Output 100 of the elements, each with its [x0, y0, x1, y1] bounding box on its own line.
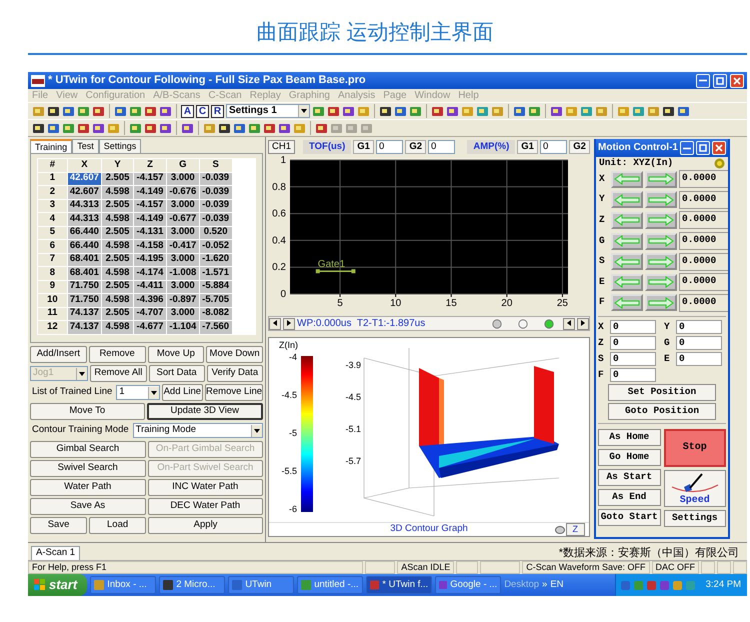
- push-button[interactable]: Move Down: [206, 346, 263, 363]
- position-input[interactable]: 0: [610, 352, 656, 366]
- toolbar-icon[interactable]: [62, 104, 75, 118]
- toolbar-icon[interactable]: [47, 122, 60, 134]
- position-input[interactable]: 0: [610, 320, 656, 334]
- table-cell[interactable]: 3.000: [166, 172, 199, 185]
- jog-left-button[interactable]: [611, 212, 643, 229]
- table-cell[interactable]: -0.039: [200, 213, 232, 226]
- table-cell[interactable]: -1.008: [166, 267, 199, 280]
- jog-right-button[interactable]: [645, 170, 677, 188]
- gate-value-field[interactable]: 0: [540, 140, 568, 154]
- position-input[interactable]: 0: [676, 352, 722, 366]
- table-cell[interactable]: 2.505: [102, 308, 134, 320]
- jog-right-button[interactable]: [645, 294, 677, 312]
- table-cell[interactable]: -4.157: [134, 200, 166, 212]
- jog-left-button[interactable]: [611, 294, 643, 312]
- taskbar-button[interactable]: UTwin: [228, 576, 294, 594]
- dropdown-button[interactable]: [298, 105, 309, 117]
- push-button[interactable]: Sort Data: [148, 365, 205, 382]
- toolbar-icon[interactable]: [114, 104, 127, 118]
- toolbar-icon[interactable]: [278, 122, 291, 134]
- table-cell[interactable]: -1.620: [200, 254, 232, 266]
- table-cell[interactable]: 68.401: [68, 267, 101, 280]
- toolbar-icon[interactable]: [32, 122, 45, 134]
- scroll-right-button[interactable]: [577, 318, 589, 330]
- table-cell[interactable]: -4.131: [134, 226, 166, 239]
- dropdown-button[interactable]: [251, 424, 262, 436]
- speed-button[interactable]: Speed: [664, 470, 726, 508]
- position-input[interactable]: 0: [676, 320, 722, 334]
- toolbar-icon[interactable]: [233, 122, 246, 134]
- toolbar-icon[interactable]: [159, 104, 172, 118]
- gate-marker[interactable]: [316, 269, 356, 274]
- close-button[interactable]: [712, 141, 726, 155]
- push-button[interactable]: Goto Position: [608, 403, 716, 420]
- jog-left-button[interactable]: [611, 274, 643, 291]
- toolbar-icon[interactable]: [144, 122, 157, 134]
- jog-right-button[interactable]: [645, 274, 677, 291]
- table-cell[interactable]: -4.396: [134, 294, 166, 306]
- taskbar-button[interactable]: 2 Micro...: [159, 576, 226, 594]
- push-button[interactable]: Apply: [148, 517, 263, 534]
- push-button[interactable]: Remove All: [90, 365, 146, 382]
- table-cell[interactable]: -1.104: [166, 321, 199, 334]
- table-cell[interactable]: 2.505: [102, 172, 134, 185]
- maximize-button[interactable]: [713, 74, 727, 88]
- settings-button[interactable]: Settings: [664, 510, 726, 528]
- toolbar-icon[interactable]: [431, 104, 444, 118]
- table-cell[interactable]: 2.505: [102, 226, 134, 239]
- jog-left-button[interactable]: [611, 253, 643, 270]
- table-cell[interactable]: -0.039: [200, 200, 232, 212]
- panel-tab[interactable]: Settings: [98, 139, 142, 153]
- table-cell[interactable]: 71.750: [68, 294, 101, 306]
- toolbar-icon[interactable]: [47, 104, 60, 118]
- scroll-left-button[interactable]: [563, 318, 575, 330]
- taskbar-button[interactable]: Google - ...: [435, 576, 502, 594]
- table-cell[interactable]: -4.149: [134, 186, 166, 198]
- panel-tab[interactable]: Training: [30, 139, 72, 153]
- chevron-button[interactable]: »: [542, 580, 548, 590]
- scroll-right-button[interactable]: [283, 318, 295, 330]
- push-button[interactable]: Remove Line: [205, 384, 264, 401]
- table-cell[interactable]: -4.149: [134, 213, 166, 226]
- toolbar-icon[interactable]: [446, 104, 459, 118]
- table-cell[interactable]: 68.401: [68, 254, 101, 266]
- toolbar-icon[interactable]: [144, 104, 157, 118]
- toolbar-icon[interactable]: [263, 122, 276, 134]
- view-tab[interactable]: A-Scan 1: [31, 546, 80, 560]
- position-input[interactable]: 0: [610, 336, 656, 350]
- push-button[interactable]: Update 3D View: [146, 403, 263, 420]
- table-cell[interactable]: -8.082: [200, 308, 232, 320]
- table-cell[interactable]: 66.440: [68, 240, 101, 252]
- table-cell[interactable]: 74.137: [68, 308, 101, 320]
- push-button[interactable]: Goto Start: [598, 509, 660, 526]
- push-button[interactable]: Move To: [30, 403, 144, 420]
- table-cell[interactable]: -0.052: [200, 240, 232, 252]
- channel-button[interactable]: CH1: [268, 140, 296, 154]
- toolbar-icon[interactable]: [677, 104, 690, 118]
- push-button[interactable]: Save: [30, 517, 88, 534]
- table-cell[interactable]: -5.884: [200, 280, 232, 293]
- table-cell[interactable]: 2.505: [102, 200, 134, 212]
- toolbar-letter-button[interactable]: A: [181, 104, 194, 118]
- table-cell[interactable]: -0.677: [166, 213, 199, 226]
- push-button[interactable]: INC Water Path: [148, 479, 263, 496]
- dropdown[interactable]: Training Mode: [132, 423, 263, 438]
- push-button[interactable]: As End: [598, 489, 660, 506]
- toolbar-icon[interactable]: [342, 104, 355, 118]
- toolbar-icon[interactable]: [92, 104, 105, 118]
- push-button[interactable]: Go Home: [598, 449, 660, 466]
- table-cell[interactable]: -0.897: [166, 294, 199, 306]
- table-cell[interactable]: -0.039: [200, 172, 232, 185]
- table-cell[interactable]: 44.313: [68, 200, 101, 212]
- position-input[interactable]: 0: [676, 336, 722, 350]
- gate-value-field[interactable]: 0: [428, 140, 456, 154]
- push-button[interactable]: Remove: [88, 346, 146, 363]
- settings-dropdown[interactable]: Settings 1: [226, 104, 310, 118]
- scroll-left-button[interactable]: [269, 318, 281, 330]
- toolbar-icon[interactable]: [181, 122, 194, 134]
- tray-icon[interactable]: [646, 580, 657, 590]
- table-cell[interactable]: 4.598: [102, 240, 134, 252]
- push-button[interactable]: Add/Insert: [30, 346, 87, 363]
- push-button[interactable]: Load: [89, 517, 146, 534]
- push-button[interactable]: Move Up: [148, 346, 204, 363]
